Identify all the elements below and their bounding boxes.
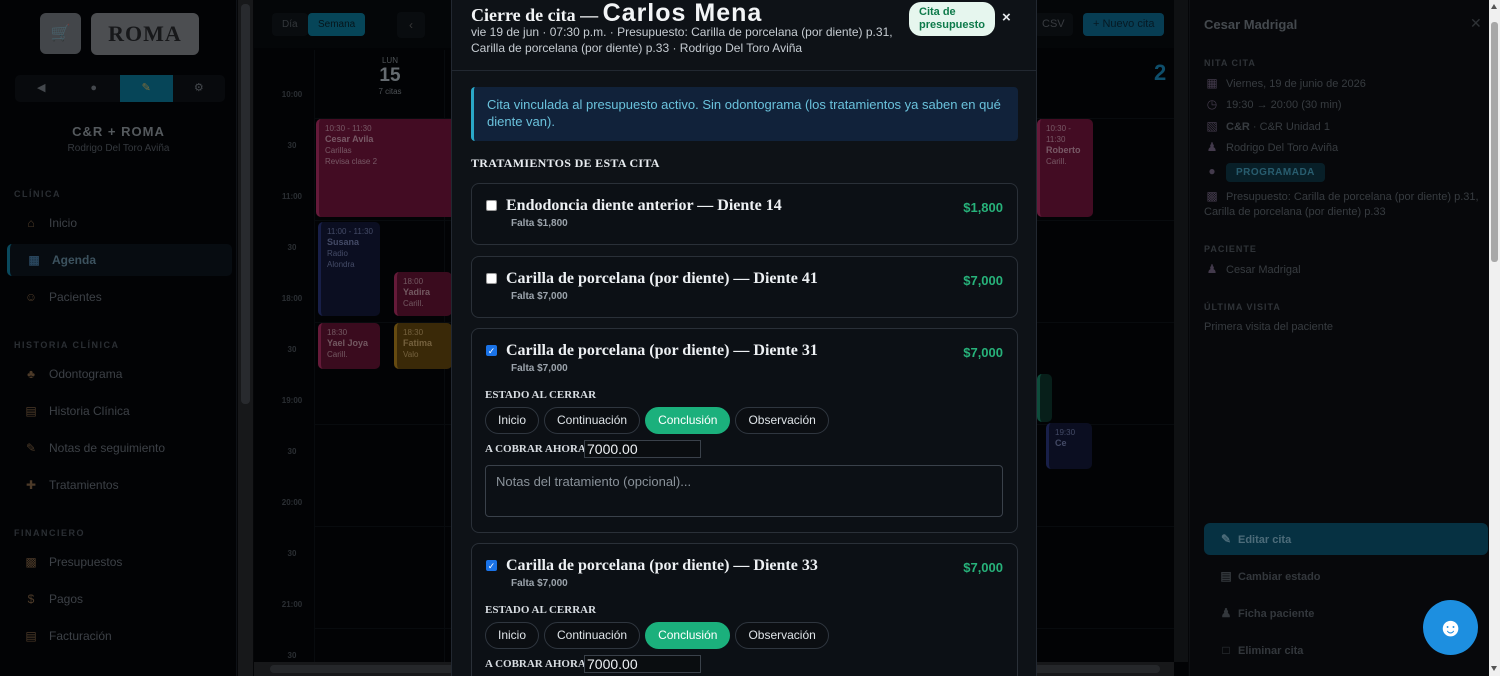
state-inicio-button[interactable]: Inicio [485,407,540,434]
treatment-remaining: Falta $7,000 [511,363,568,374]
modal-patient-name: Carlos Mena [602,0,763,27]
treatment-name: Endodoncia diente anterior — Diente 14 [506,197,782,214]
treatment-checkbox[interactable]: ✓ [486,345,497,356]
treatment-price: $7,000 [963,273,1003,288]
presupuesto-badge: Cita de presupuesto [909,2,995,36]
state-selector: Inicio Continuación Conclusión Observaci… [485,622,834,649]
close-appointment-modal: Cierre de cita — Carlos Mena vie 19 de j… [451,0,1037,676]
state-conclusion-button[interactable]: Conclusión [645,407,731,434]
info-banner: Cita vinculada al presupuesto activo. Si… [471,87,1018,141]
state-inicio-button[interactable]: Inicio [485,622,540,649]
scrollbar-thumb[interactable] [1491,22,1498,262]
scroll-down-arrow-icon[interactable] [1491,666,1497,671]
state-selector: Inicio Continuación Conclusión Observaci… [485,407,834,434]
cobrar-input[interactable]: 7000.00 [584,440,701,458]
scroll-up-arrow-icon[interactable] [1491,4,1497,9]
state-observacion-button[interactable]: Observación [735,407,829,434]
treatment-checkbox[interactable] [486,273,497,284]
treatment-price: $7,000 [963,345,1003,360]
modal-header: Cierre de cita — Carlos Mena vie 19 de j… [452,0,1036,71]
estado-label: ESTADO AL CERRAR [485,389,597,401]
assistant-bot-icon[interactable]: ☻ [1423,600,1478,655]
treatment-price: $7,000 [963,560,1003,575]
cobrar-label: A COBRAR AHORA [485,658,586,670]
state-continuacion-button[interactable]: Continuación [544,622,641,649]
modal-subtitle: vie 19 de jun · 07:30 p.m. · Presupuesto… [471,25,893,55]
treatment-card: Carilla de porcelana (por diente) — Dien… [471,256,1018,318]
treatments-section-title: TRATAMIENTOS DE ESTA CITA [471,156,660,170]
treatment-remaining: Falta $7,000 [511,291,568,302]
treatment-notes-textarea[interactable]: Notas del tratamiento (opcional)... [485,465,1003,517]
state-continuacion-button[interactable]: Continuación [544,407,641,434]
treatment-card: Endodoncia diente anterior — Diente 14 F… [471,183,1018,245]
page-scrollbar[interactable] [1489,0,1500,676]
treatment-name: Carilla de porcelana (por diente) — Dien… [506,557,818,574]
state-conclusion-button[interactable]: Conclusión [645,622,731,649]
treatment-remaining: Falta $7,000 [511,578,568,589]
treatment-card: ✓ Carilla de porcelana (por diente) — Di… [471,543,1018,676]
modal-title-prefix: Cierre de cita — [471,5,599,25]
treatment-name: Carilla de porcelana (por diente) — Dien… [506,270,818,287]
treatment-checkbox[interactable]: ✓ [486,560,497,571]
cobrar-label: A COBRAR AHORA [485,443,586,455]
treatment-remaining: Falta $1,800 [511,218,568,229]
treatment-checkbox[interactable] [486,200,497,211]
treatment-name: Carilla de porcelana (por diente) — Dien… [506,342,818,359]
estado-label: ESTADO AL CERRAR [485,604,597,616]
state-observacion-button[interactable]: Observación [735,622,829,649]
cobrar-input[interactable]: 7000.00 [584,655,701,673]
treatment-price: $1,800 [963,200,1003,215]
treatment-card: ✓ Carilla de porcelana (por diente) — Di… [471,328,1018,533]
close-icon[interactable]: × [1002,9,1011,26]
